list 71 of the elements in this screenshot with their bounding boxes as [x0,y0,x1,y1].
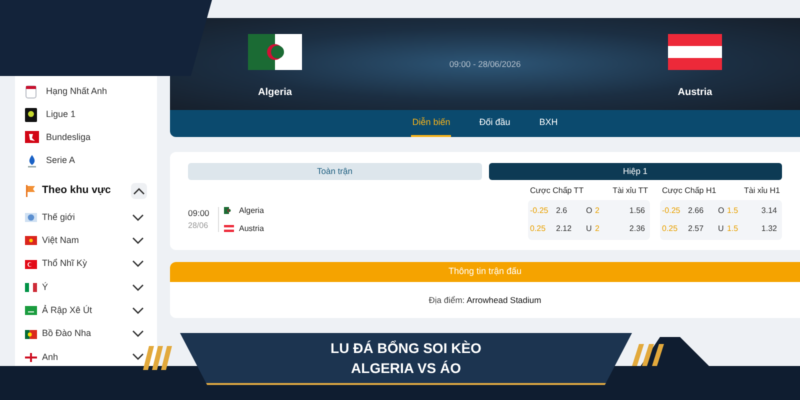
team-name: Austria [678,86,712,100]
team-name: Austria [239,222,264,234]
total-line: 1.5 [727,223,740,235]
flag-icon [25,283,37,292]
total-line: 1.5 [727,205,740,217]
match-date: 28/06 [188,220,210,232]
shield-icon [25,84,39,98]
country-link[interactable]: Thế giới [42,210,127,224]
flag-icon [25,352,37,362]
handicap-line: 0.25 [662,223,679,235]
flag-icon [25,236,37,246]
match-time: 09:00 [188,207,210,220]
handicap-line: -0.25 [530,205,550,217]
odds-value: 3.14 [760,205,778,217]
team-name: Algeria [258,86,292,100]
country-link[interactable]: Bồ Đào Nha [42,327,127,341]
tab[interactable]: Diễn biến [411,110,452,137]
over-under-label: O [586,205,594,217]
country-link[interactable]: Anh [42,350,127,364]
column-header: Cược Chấp TT [530,185,584,197]
handicap-line: 0.25 [530,223,547,235]
league-link[interactable]: Hạng Nhất Anh [46,84,108,98]
country-link[interactable]: Việt Nam [42,234,127,248]
column-header: Cược Chấp H1 [662,185,716,197]
odds-value: 1.56 [628,205,646,217]
chevron-up-icon [133,187,145,195]
section-header: Thông tin trận đấu [170,262,800,282]
total-line: 2 [595,205,600,217]
over-under-label: O [718,205,726,217]
flag-icon [668,34,722,70]
country-link[interactable]: Thổ Nhĩ Kỳ [42,257,127,271]
odds-value: 2.57 [688,223,705,235]
flag-icon [25,185,35,197]
over-under-label: U [586,223,593,235]
total-line: 2 [595,223,600,235]
handicap-line: -0.25 [662,205,682,217]
odds-value: 1.32 [760,223,778,235]
flag-icon [248,34,302,70]
odds-value: 2.36 [628,223,646,235]
country-link[interactable]: Ý [42,280,127,294]
flag-icon [224,225,234,232]
droplet-icon [25,154,39,168]
collapse-toggle[interactable] [131,183,147,199]
league-link[interactable]: Ligue 1 [46,108,76,122]
tab[interactable]: BXH [538,110,559,137]
league-link[interactable]: Serie A [46,154,76,168]
column-header: Tài xỉu H1 [744,185,780,197]
section-title: Theo khu vực [42,183,112,198]
banner-title: LU ĐÁ BỔNG SOI KÈO [330,339,482,358]
period-tab[interactable]: Hiệp 1 [488,163,782,180]
odds-value: 2.66 [688,205,705,217]
flag-icon [25,330,37,339]
period-tab[interactable]: Toàn trận [188,163,482,180]
country-link[interactable]: Ả Rập Xê Út [42,304,127,318]
column-header: Tài xỉu TT [612,185,648,197]
league-link[interactable]: Bundesliga [46,130,91,144]
kickoff-time: 09:00 - 28/06/2026 [449,58,521,70]
over-under-label: U [718,223,725,235]
stripes-icon [143,346,173,370]
venue-text: Địa điểm: Arrowhead Stadium [428,294,542,306]
badge-icon [25,130,39,144]
flag-icon [25,306,37,316]
flag-icon [25,213,37,222]
odds-value: 2.6 [556,205,568,217]
odds-value: 2.12 [556,223,573,235]
stripes-icon [632,344,666,366]
flag-icon [25,260,37,269]
tab[interactable]: Đối đầu [478,110,512,137]
badge-icon [25,108,39,122]
team-name: Algeria [239,204,264,216]
banner-title: ALGERIA VS ÁO [351,359,461,378]
